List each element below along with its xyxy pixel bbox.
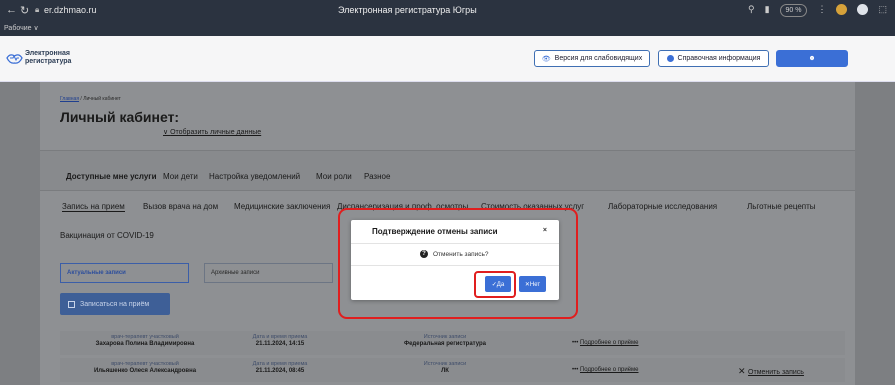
breadcrumb: Главная / Личный кабинет (60, 96, 121, 102)
back-arrow-icon[interactable]: ← (6, 4, 17, 16)
low-vision-button[interactable]: 👁︎ Версия для слабовидящих (534, 50, 650, 67)
user-account-button[interactable]: ☻ (776, 50, 848, 67)
help-button[interactable]: Справочная информация (658, 50, 769, 67)
logo-icon (6, 54, 23, 64)
source-cell: Источник записи Федеральная регистратура (403, 334, 487, 347)
eye-icon: 👁︎ (541, 55, 551, 63)
yes-button-highlight-annotation (474, 271, 516, 298)
tab-lab-tests[interactable]: Лабораторные исследования (608, 202, 717, 211)
dialog-highlight-annotation (338, 208, 578, 319)
close-icon: ✕ (738, 366, 749, 376)
cancel-appointment-link[interactable]: ✕ Отменить запись (738, 366, 804, 377)
tab-prescriptions[interactable]: Льготные рецепты (747, 202, 816, 211)
dots-icon: ••• (572, 367, 580, 373)
menu-icon[interactable]: ⋮ (817, 4, 826, 17)
page-title: Личный кабинет: (60, 109, 180, 125)
more-details-link[interactable]: ••• Подробнее о приёме (572, 367, 639, 373)
doctor-cell: врач-терапевт участковый Захарова Полина… (95, 334, 195, 347)
main-tab-bar (40, 150, 855, 191)
reload-icon[interactable]: ↻ (20, 4, 29, 17)
appointment-row: врач-терапевт участковый Захарова Полина… (60, 331, 845, 355)
book-appointment-button[interactable]: Записаться на приём (60, 293, 170, 315)
bookmark-folder[interactable]: Рабочие ∨ (4, 24, 39, 32)
doctor-cell: врач-терапевт участковый Ильяшенко Олеся… (93, 361, 197, 374)
tab-medical-reports[interactable]: Медицинские заключения (234, 202, 330, 211)
tab-notification-settings[interactable]: Настройка уведомлений (209, 172, 300, 181)
extension-icon[interactable] (836, 4, 848, 15)
tab-appointment[interactable]: Запись на прием (62, 202, 125, 212)
lock-icon: 🔒︎ (35, 5, 40, 14)
browser-tab-title: Электронная регистратура Югры (338, 5, 477, 15)
zoom-indicator[interactable]: 90 % (779, 4, 808, 17)
logo-text[interactable]: Электронная регистратура (25, 50, 85, 66)
tab-misc[interactable]: Разное (364, 172, 390, 181)
dots-icon: ••• (572, 340, 580, 346)
info-icon (666, 55, 674, 62)
appointment-row: врач-терапевт участковый Ильяшенко Олеся… (60, 358, 845, 382)
tab-available-services[interactable]: Доступные мне услуги (66, 172, 157, 181)
active-appointments-tab[interactable]: Актуальные записи (60, 263, 189, 283)
tab-home-doctor-call[interactable]: Вызов врача на дом (143, 202, 218, 211)
breadcrumb-current: Личный кабинет (83, 96, 121, 102)
calendar-icon (68, 300, 75, 308)
browser-chrome: ← ↻ 🔒︎ er.dzhmao.ru Электронная регистра… (0, 0, 895, 36)
archive-appointments-tab[interactable]: Архивные записи (204, 263, 333, 283)
profile-icon[interactable] (857, 4, 869, 15)
tab-covid-vaccination[interactable]: Вакцинация от COVID-19 (60, 231, 154, 240)
download-icon[interactable]: ⬚ (878, 4, 887, 17)
more-details-link[interactable]: ••• Подробнее о приёме (572, 340, 639, 346)
datetime-cell: Дата и время приема 21.11.2024, 14:15 (252, 334, 308, 347)
bookmark-icon[interactable]: ▮ (765, 4, 770, 17)
breadcrumb-home[interactable]: Главная (60, 96, 79, 102)
address-bar[interactable]: er.dzhmao.ru (44, 5, 97, 15)
browser-toolbar: ← ↻ 🔒︎ er.dzhmao.ru Электронная регистра… (0, 0, 895, 22)
show-personal-data-link[interactable]: ∨ Отобразить личные данные (163, 128, 261, 136)
browser-actions: ⚲ ▮ 90 % ⋮ ⬚ (748, 4, 887, 17)
datetime-cell: Дата и время приема 21.11.2024, 08:45 (252, 361, 308, 374)
site-header: Электронная регистратура 👁︎ Версия для с… (0, 36, 895, 82)
tab-my-roles[interactable]: Мои роли (316, 172, 352, 181)
location-icon[interactable]: ⚲ (748, 4, 755, 17)
user-icon: ☻ (808, 55, 816, 62)
source-cell: Источник записи ЛК (423, 361, 467, 374)
tab-my-children[interactable]: Мои дети (163, 172, 198, 181)
